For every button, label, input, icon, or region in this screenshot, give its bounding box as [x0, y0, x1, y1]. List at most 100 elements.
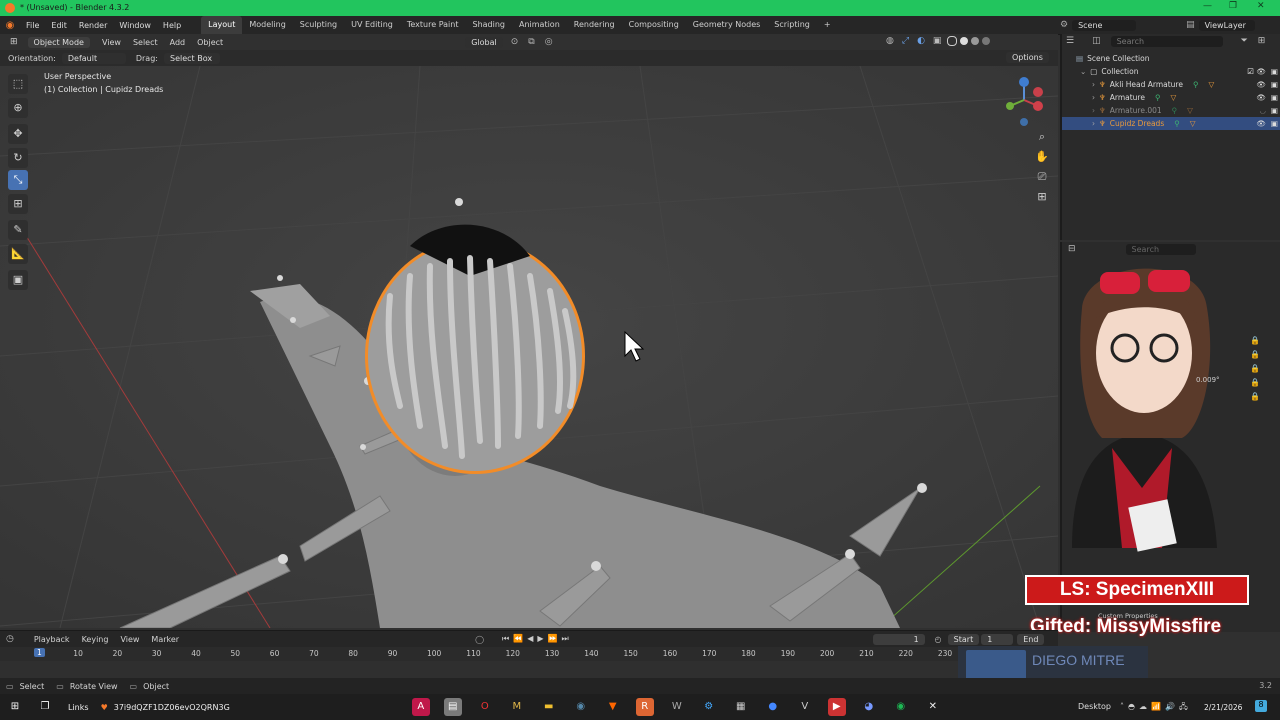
add-cube-tool[interactable]: ▣: [8, 270, 28, 290]
new-collection-icon[interactable]: ⊞: [1258, 36, 1266, 46]
outliner-item-selected[interactable]: › ♆ Cupidz Dreads ⚲ ▽ 👁 ▣: [1062, 117, 1280, 130]
editor-type-icon[interactable]: ⊞: [10, 37, 18, 47]
menu-window[interactable]: Window: [113, 21, 157, 30]
visibility-eye-icon[interactable]: 👁: [1256, 93, 1266, 102]
expand-icon[interactable]: ›: [1092, 106, 1095, 115]
tab-uv-editing[interactable]: UV Editing: [344, 16, 400, 34]
options-dropdown[interactable]: Options: [1006, 52, 1049, 63]
tab-compositing[interactable]: Compositing: [622, 16, 686, 34]
taskbar-window-title[interactable]: 37i9dQZF1DZ06evO2QRN3G: [108, 703, 236, 712]
scene-collection-row[interactable]: ▤ Scene Collection: [1062, 52, 1280, 65]
outliner-item[interactable]: › ♆ Armature ⚲ ▽ 👁 ▣: [1062, 91, 1280, 104]
visibility-eye-icon[interactable]: 👁: [1256, 119, 1266, 128]
taskbar-date[interactable]: 2/21/2026: [1204, 703, 1242, 712]
outliner-editor-icon[interactable]: ☰: [1066, 36, 1074, 46]
select-box-tool[interactable]: ⬚: [8, 74, 28, 94]
close-button[interactable]: ✕: [1257, 1, 1265, 11]
tab-animation[interactable]: Animation: [512, 16, 567, 34]
3d-viewport[interactable]: User Perspective (1) Collection | Cupidz…: [0, 66, 1058, 628]
task-view-icon[interactable]: ❐: [36, 698, 54, 716]
mode-dropdown[interactable]: Object Mode: [27, 36, 90, 48]
keying-menu[interactable]: Keying: [76, 635, 115, 644]
hidden-eye-icon[interactable]: ◡: [1259, 106, 1266, 115]
expand-icon[interactable]: ›: [1092, 80, 1095, 89]
property-value[interactable]: 0.009°: [1196, 376, 1220, 384]
rotate-tool[interactable]: ↻: [8, 148, 28, 168]
app-icon-a[interactable]: A: [411, 698, 430, 716]
orientation-dropdown[interactable]: Default: [61, 52, 126, 64]
app-icon-m[interactable]: M: [508, 698, 526, 716]
display-mode-icon[interactable]: ◫: [1092, 36, 1101, 46]
drag-dropdown[interactable]: Select Box: [163, 52, 220, 64]
rendered-shading-icon[interactable]: [982, 37, 991, 45]
timeline-editor-icon[interactable]: ◷: [6, 634, 14, 644]
visibility-icon[interactable]: ◍: [886, 36, 894, 46]
scale-tool[interactable]: ⤡: [8, 170, 28, 190]
spotify-icon[interactable]: ◉: [892, 698, 910, 716]
app-icon-w[interactable]: W: [668, 698, 686, 716]
annotate-tool[interactable]: ✎: [8, 220, 28, 240]
marker-menu[interactable]: Marker: [145, 635, 185, 644]
tab-shading[interactable]: Shading: [465, 16, 512, 34]
frame-ruler[interactable]: 0102030405060708090100110120130140150160…: [0, 647, 1058, 661]
timeline-view-menu[interactable]: View: [114, 635, 145, 644]
minimize-button[interactable]: —: [1203, 1, 1212, 11]
pivot-icon[interactable]: ⊙: [511, 37, 519, 47]
discord-icon[interactable]: ◕: [860, 698, 878, 716]
steam-icon[interactable]: ⚙: [700, 698, 718, 716]
outliner-search-input[interactable]: Search: [1110, 35, 1223, 47]
x-icon[interactable]: ✕: [924, 698, 942, 716]
scene-selector[interactable]: Scene: [1072, 19, 1137, 31]
current-frame-field[interactable]: 1: [872, 633, 925, 645]
folder-icon[interactable]: ▬: [540, 698, 558, 716]
navigation-gizmo[interactable]: [998, 72, 1050, 130]
app-icon-r[interactable]: R: [635, 698, 654, 716]
material-shading-icon[interactable]: [971, 37, 980, 45]
menu-object[interactable]: Object: [191, 38, 229, 47]
menu-view[interactable]: View: [96, 38, 127, 47]
keyframe-track[interactable]: [0, 661, 1058, 679]
system-tray-icons[interactable]: ˄◓☁📶🔊🖧: [1120, 701, 1192, 715]
brave-icon[interactable]: ▼: [604, 698, 622, 716]
record-icon[interactable]: ◯: [475, 635, 484, 644]
snap-icon[interactable]: ⧉: [528, 37, 534, 47]
property-lock-icons[interactable]: 🔒 🔒 🔒 🔒 🔒: [1250, 334, 1260, 404]
chrome-icon[interactable]: ◉: [572, 698, 590, 716]
tab-texture-paint[interactable]: Texture Paint: [400, 16, 466, 34]
controller-icon[interactable]: ▦: [732, 698, 750, 716]
collection-row[interactable]: ⌄ ▢ Collection ☑ 👁 ▣: [1062, 65, 1280, 78]
render-icon[interactable]: ▣: [1271, 93, 1278, 102]
expand-icon[interactable]: ›: [1092, 119, 1095, 128]
filter-icon[interactable]: ⏷: [1241, 36, 1248, 46]
gizmo-icon[interactable]: ⤢: [902, 36, 909, 46]
proportional-edit-icon[interactable]: ◎: [545, 37, 553, 47]
app-icon-media[interactable]: ▶: [827, 698, 846, 716]
outliner-item[interactable]: › ♆ Akli Head Armature ⚲ ▽ 👁 ▣: [1062, 78, 1280, 91]
expand-icon[interactable]: ›: [1092, 93, 1095, 102]
tab-scripting[interactable]: Scripting: [767, 16, 817, 34]
playback-menu[interactable]: Playback: [28, 635, 76, 644]
measure-tool[interactable]: 📐: [8, 244, 28, 264]
zoom-icon[interactable]: ⌕: [1033, 128, 1051, 146]
explorer-icon[interactable]: ▤: [443, 698, 462, 716]
tab-modeling[interactable]: Modeling: [242, 16, 292, 34]
menu-render[interactable]: Render: [73, 21, 113, 30]
transform-orientation-dropdown[interactable]: Global: [465, 36, 503, 48]
tab-sculpting[interactable]: Sculpting: [293, 16, 344, 34]
render-icon[interactable]: ▣: [1271, 119, 1278, 128]
camera-view-icon[interactable]: ⎚: [1033, 168, 1051, 186]
tab-rendering[interactable]: Rendering: [567, 16, 622, 34]
overlay-icon[interactable]: ◐: [917, 36, 925, 46]
start-frame-field[interactable]: 1: [981, 633, 1014, 645]
menu-add[interactable]: Add: [164, 38, 192, 47]
cursor-tool[interactable]: ⊕: [8, 98, 28, 118]
tab-geometry-nodes[interactable]: Geometry Nodes: [686, 16, 767, 34]
solid-shading-icon[interactable]: [960, 37, 969, 45]
menu-select[interactable]: Select: [127, 38, 164, 47]
menu-edit[interactable]: Edit: [45, 21, 73, 30]
render-icon[interactable]: ▣: [1271, 106, 1278, 115]
menu-file[interactable]: File: [20, 21, 45, 30]
app-icon-v[interactable]: V: [796, 698, 814, 716]
tab-layout[interactable]: Layout: [201, 16, 243, 34]
menu-help[interactable]: Help: [157, 21, 187, 30]
